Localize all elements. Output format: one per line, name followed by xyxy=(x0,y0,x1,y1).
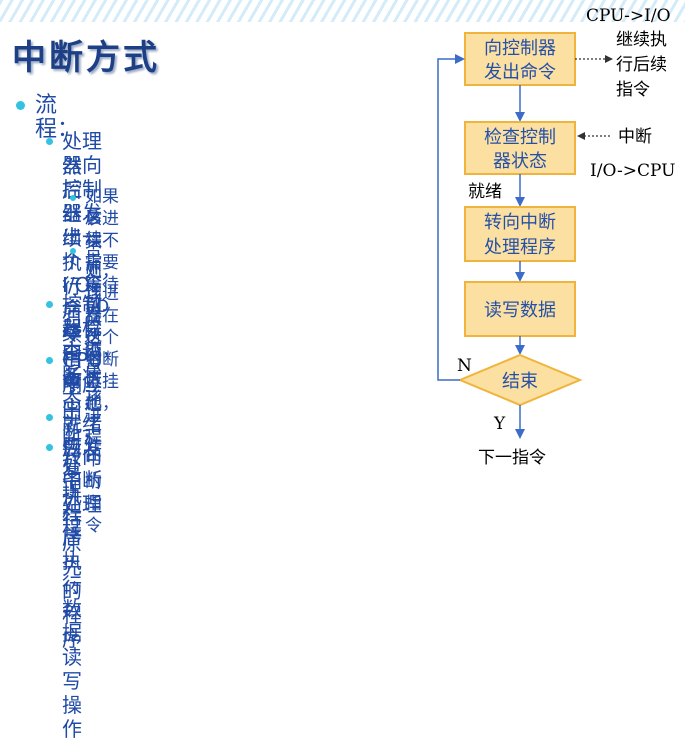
flowchart: CPU->I/O 向控制器 发出命令 继续执 行后续 指令 检查控制 器状态 中… xyxy=(437,6,675,468)
interrupt-label: 中断 xyxy=(618,127,652,147)
continue-label: 继续执 xyxy=(616,30,667,50)
continue-label: 行后续 xyxy=(616,55,667,75)
yes-label: Y xyxy=(493,414,506,434)
flow-diamond-text: 结束 xyxy=(502,371,538,392)
flow-box-text: 处理程序 xyxy=(484,237,556,258)
cpu-io-label: CPU->I/O xyxy=(586,6,671,26)
flow-box-text: 器状态 xyxy=(493,151,547,172)
flow-box-text: 检查控制 xyxy=(484,127,556,148)
flow-box-text: 发出命令 xyxy=(484,62,556,83)
continue-label: 指令 xyxy=(616,80,650,100)
flow-box-text: 读写数据 xyxy=(484,300,556,321)
no-label: N xyxy=(457,356,472,376)
ready-label: 就绪 xyxy=(468,182,502,202)
next-instruction-label: 下一指令 xyxy=(478,448,546,468)
flow-box-text: 向控制器 xyxy=(484,38,556,59)
loop-arrow xyxy=(437,54,465,381)
io-cpu-label: I/O->CPU xyxy=(590,161,675,181)
flow-box-text: 转向中断 xyxy=(484,212,556,233)
